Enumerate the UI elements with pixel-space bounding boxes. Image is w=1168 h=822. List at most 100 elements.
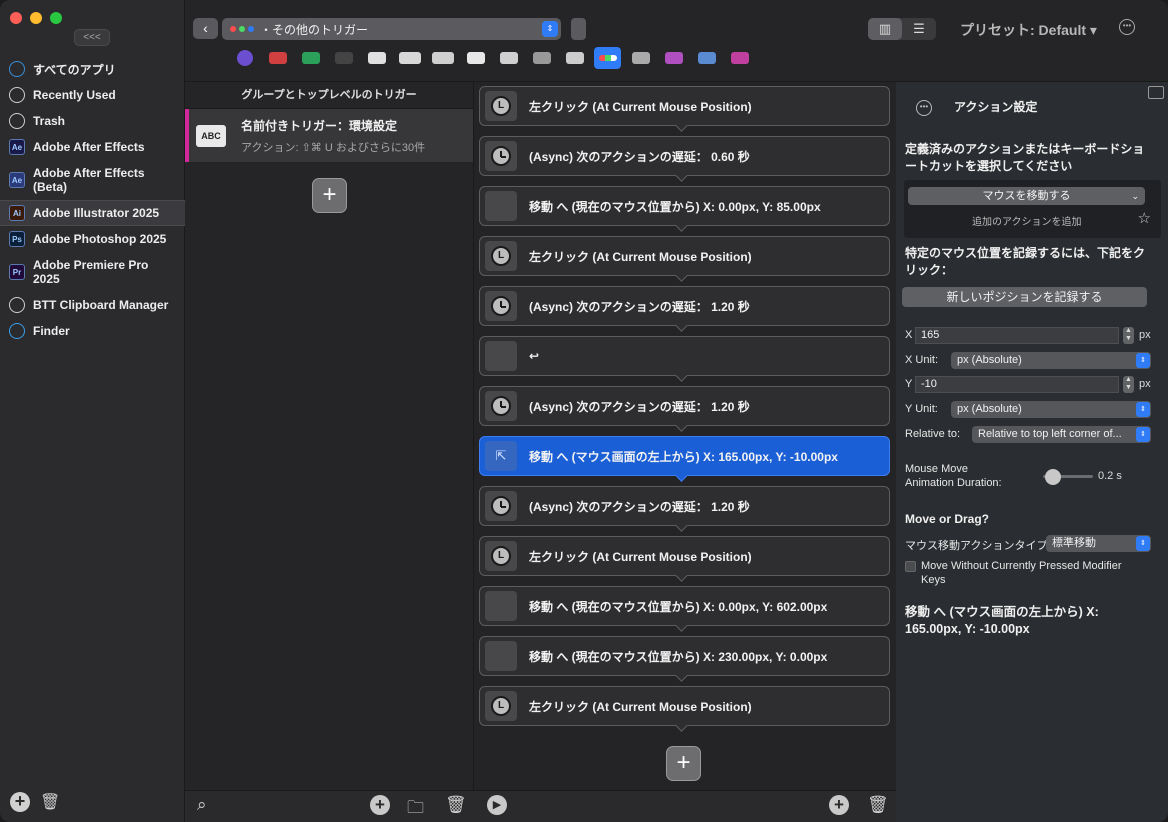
back-button[interactable]: ‹	[193, 18, 218, 39]
return-key-icon	[485, 341, 517, 371]
action-item[interactable]: ↩	[479, 336, 890, 376]
touchbar-icon[interactable]	[264, 47, 291, 69]
device-icon-bar	[231, 47, 753, 69]
new-folder-icon[interactable]: 🗀	[407, 795, 424, 822]
add-app-button[interactable]: +	[10, 792, 30, 812]
x-unit-suffix: px	[1139, 329, 1151, 341]
list-view-button[interactable]: ☰	[902, 18, 936, 40]
action-item[interactable]: (Async) 次のアクションの遅延： 1.20 秒	[479, 486, 890, 526]
modifier-checkbox[interactable]	[905, 561, 916, 572]
star-icon[interactable]: ☆	[1138, 209, 1151, 227]
play-icon[interactable]: ▶	[487, 795, 507, 815]
y-unit-suffix: px	[1139, 378, 1151, 390]
drawing-icon[interactable]	[561, 47, 588, 69]
globe-icon	[9, 61, 25, 77]
other-triggers-icon[interactable]	[594, 47, 621, 69]
add-action-button[interactable]: +	[666, 746, 701, 781]
keyboard-icon[interactable]	[429, 47, 456, 69]
delete-app-button[interactable]: 🗑	[40, 792, 60, 812]
action-item[interactable]: L 左クリック (At Current Mouse Position)	[479, 536, 890, 576]
move-type-select[interactable]: 標準移動 ⇕	[1046, 535, 1151, 552]
x-unit-select[interactable]: px (Absolute) ⇕	[951, 352, 1151, 369]
move-mouse-icon: ⇱	[485, 441, 517, 471]
action-select[interactable]: マウスを移動する ⌄	[908, 187, 1145, 205]
collapse-sidebar-button[interactable]: <<<	[74, 29, 110, 46]
y-stepper[interactable]: ▲ ▼	[1123, 376, 1134, 393]
more-options-icon[interactable]: •••	[1119, 19, 1135, 35]
delete-trigger-icon[interactable]: 🗑	[445, 795, 467, 815]
add-action-small-button[interactable]: +	[829, 795, 849, 815]
sidebar-app-item[interactable]: Ae Adobe After Effects (Beta)	[0, 160, 185, 200]
gesture-icon[interactable]	[660, 47, 687, 69]
x-label: X	[905, 329, 913, 341]
preset-menu[interactable]: プリセット: Default ▾	[960, 20, 1097, 40]
close-window-button[interactable]	[10, 12, 22, 24]
add-group-button[interactable]: +	[370, 795, 390, 815]
zoom-window-button[interactable]	[50, 12, 62, 24]
action-item[interactable]: L 左クリック (At Current Mouse Position)	[479, 86, 890, 126]
trackpad-icon[interactable]	[396, 47, 423, 69]
named-trigger-item[interactable]: ABC 名前付きトリガー：環境設定 アクション: ⇧⌘ U およびさらに30件	[185, 109, 473, 162]
key-sequence-icon[interactable]	[462, 47, 489, 69]
add-trigger-button[interactable]: +	[312, 178, 347, 213]
choose-action-label: 定義済みのアクションまたはキーボードショートカットを選択してください	[905, 142, 1145, 173]
sidebar-app-item[interactable]: Ps Adobe Photoshop 2025	[0, 226, 185, 252]
mouse-icon[interactable]	[495, 47, 522, 69]
remote-icon[interactable]	[528, 47, 555, 69]
minimize-window-button[interactable]	[30, 12, 42, 24]
sidebar-app-item[interactable]: Ae Adobe After Effects	[0, 134, 185, 160]
app-list: すべてのアプリ Recently Used Trash Ae Adobe After E…	[0, 56, 185, 344]
left-click-icon: L	[485, 91, 517, 121]
action-text: 移動 へ (現在のマウス位置から) X: 0.00px, Y: 85.00px	[529, 199, 821, 214]
relative-select[interactable]: Relative to top left corner of... ⇕	[972, 426, 1151, 443]
y-unit-select[interactable]: px (Absolute) ⇕	[951, 401, 1151, 418]
move-type-value: 標準移動	[1052, 537, 1096, 549]
app-sidebar: <<< すべてのアプリ Recently Used Trash Ae Adobe Aft…	[0, 0, 185, 822]
relative-value: Relative to top left corner of...	[978, 428, 1122, 440]
chevron-updown-icon: ⇕	[1136, 353, 1150, 368]
search-icon[interactable]: ⌕	[197, 795, 207, 815]
sidebar-app-item[interactable]: Pr Adobe Premiere Pro 2025	[0, 252, 185, 292]
move-mouse-icon	[485, 591, 517, 621]
sidebar-app-item[interactable]: BTT Clipboard Manager	[0, 292, 185, 318]
add-additional-action-link[interactable]: 追加のアクションを追加	[972, 213, 1082, 228]
action-item[interactable]: 移動 へ (現在のマウス位置から) X: 0.00px, Y: 85.00px	[479, 186, 890, 226]
anim-duration-slider-knob[interactable]	[1045, 469, 1061, 485]
action-text: 左クリック (At Current Mouse Position)	[529, 249, 752, 264]
sidebar-app-item[interactable]: Recently Used	[0, 82, 185, 108]
action-item[interactable]: L 左クリック (At Current Mouse Position)	[479, 236, 890, 276]
action-text: 移動 へ (現在のマウス位置から) X: 0.00px, Y: 602.00px	[529, 599, 828, 614]
left-click-icon: L	[485, 691, 517, 721]
photoshop-icon: Ps	[9, 231, 25, 247]
y-input[interactable]: -10	[915, 376, 1119, 393]
siri-icon[interactable]	[231, 47, 258, 69]
keyboard-grid-icon[interactable]	[330, 47, 357, 69]
action-item[interactable]: ⇱ 移動 へ (マウス画面の左上から) X: 165.00px, Y: -10.0…	[479, 436, 890, 476]
x-input[interactable]: 165	[915, 327, 1119, 344]
sidebar-app-label: Adobe After Effects (Beta)	[33, 166, 145, 194]
midi-icon[interactable]	[627, 47, 654, 69]
delete-action-icon[interactable]: 🗑	[867, 795, 889, 815]
action-item[interactable]: (Async) 次のアクションの遅延： 0.60 秒	[479, 136, 890, 176]
magic-mouse-icon[interactable]	[363, 47, 390, 69]
action-select-box: マウスを移動する ⌄ 追加のアクションを追加 ☆	[904, 180, 1161, 238]
action-item[interactable]: 移動 へ (現在のマウス位置から) X: 0.00px, Y: 602.00px	[479, 586, 890, 626]
automation-icon[interactable]	[693, 47, 720, 69]
stream-deck-icon[interactable]	[297, 47, 324, 69]
secondary-select[interactable]	[571, 18, 586, 40]
trigger-type-select[interactable]: ・その他のトリガー ⇕	[222, 18, 561, 40]
more-icon[interactable]: •••	[916, 100, 932, 116]
record-position-button[interactable]: 新しいポジションを記録する	[902, 287, 1147, 307]
detach-panel-icon[interactable]	[1148, 86, 1164, 99]
sidebar-app-item[interactable]: Ai Adobe Illustrator 2025	[0, 200, 185, 226]
action-item[interactable]: (Async) 次のアクションの遅延： 1.20 秒	[479, 286, 890, 326]
x-stepper[interactable]: ▲ ▼	[1123, 327, 1134, 344]
action-item[interactable]: L 左クリック (At Current Mouse Position)	[479, 686, 890, 726]
menubar-icon[interactable]	[726, 47, 753, 69]
column-view-button[interactable]: ▥	[868, 18, 902, 40]
action-item[interactable]: (Async) 次のアクションの遅延： 1.20 秒	[479, 386, 890, 426]
sidebar-app-item[interactable]: すべてのアプリ	[0, 56, 185, 82]
sidebar-app-item[interactable]: Finder	[0, 318, 185, 344]
sidebar-app-item[interactable]: Trash	[0, 108, 185, 134]
action-item[interactable]: 移動 へ (現在のマウス位置から) X: 230.00px, Y: 0.00px	[479, 636, 890, 676]
